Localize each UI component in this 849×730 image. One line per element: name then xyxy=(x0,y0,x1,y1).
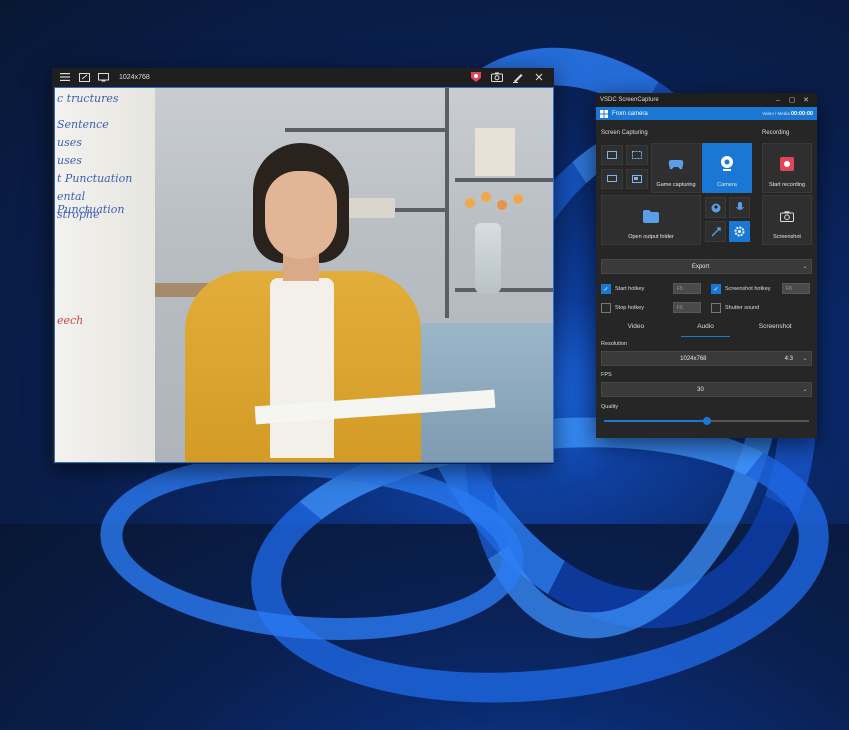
window-mode-button[interactable] xyxy=(626,169,648,189)
flower xyxy=(481,192,491,202)
source-label: From camera xyxy=(612,110,648,117)
quality-label: Quality xyxy=(601,404,619,410)
quality-slider-thumb[interactable] xyxy=(702,417,711,425)
source-bar[interactable]: From camera Video / Media 00:00:00 xyxy=(596,107,817,120)
record-icon xyxy=(780,157,794,171)
snapshot-icon[interactable] xyxy=(488,70,506,84)
aspect-ratio[interactable]: 4:3 xyxy=(785,356,793,362)
whiteboard-text: eech xyxy=(57,314,84,327)
camera-video-feed: c tructures Sentence uses uses t Punctua… xyxy=(54,87,554,463)
start-recording-button[interactable]: Start recording xyxy=(762,143,812,193)
resolution-label: 1024x768 xyxy=(119,73,150,81)
screenshot-hotkey-checkbox[interactable]: ✓ xyxy=(711,284,721,294)
camera-icon xyxy=(780,211,794,222)
region-icon[interactable] xyxy=(77,70,91,84)
whiteboard-text: uses xyxy=(57,154,82,167)
chevron-down-icon: ⌄ xyxy=(802,264,808,270)
screenshot-button[interactable]: Screenshot xyxy=(762,195,812,245)
whiteboard-text: strophe xyxy=(57,208,100,221)
camera-preview-window: 1024x768 c tructures Sentence uses uses … xyxy=(52,68,554,464)
tab-audio[interactable]: Audio xyxy=(671,323,741,337)
shelf xyxy=(285,128,445,132)
settings-button[interactable] xyxy=(729,221,750,242)
chevron-down-icon: ⌄ xyxy=(802,387,808,393)
webcam-overlay-button[interactable] xyxy=(705,197,726,218)
settings-tabs: Video Audio Screenshot xyxy=(601,323,810,337)
folder-icon xyxy=(643,210,659,223)
shelf xyxy=(455,178,553,182)
fullscreen-mode-button[interactable] xyxy=(601,145,623,165)
resolution-label: Resolution xyxy=(601,341,627,347)
region-mode-button[interactable] xyxy=(626,145,648,165)
panel-titlebar: VSDC ScreenCapture – ▢ ✕ xyxy=(596,93,817,107)
stop-hotkey-option[interactable]: Stop hotkey xyxy=(601,303,644,313)
shutter-sound-checkbox[interactable] xyxy=(711,303,721,313)
screenshot-hotkey-field[interactable]: F8 xyxy=(782,283,810,294)
recording-heading: Recording xyxy=(762,130,790,136)
export-dropdown[interactable]: Export ⌄ xyxy=(601,259,812,274)
flower xyxy=(513,194,523,204)
flower xyxy=(497,200,507,210)
effects-button[interactable] xyxy=(705,221,726,242)
vsdc-screencapture-panel: VSDC ScreenCapture – ▢ ✕ From camera Vid… xyxy=(596,93,817,438)
timer: Video / Media 00:00:00 xyxy=(762,110,813,117)
fps-dropdown[interactable]: 30 ⌄ xyxy=(601,382,812,397)
shelf xyxy=(455,288,553,292)
game-capturing-button[interactable]: Game capturing xyxy=(651,143,701,193)
flower xyxy=(465,198,475,208)
whiteboard-text: c tructures xyxy=(57,92,119,105)
fps-label: FPS xyxy=(601,372,612,378)
resolution-dropdown[interactable]: 1024x768 4:3 ⌄ xyxy=(601,351,812,366)
chevron-down-icon: ⌄ xyxy=(802,356,808,362)
vase xyxy=(475,223,501,293)
close-icon[interactable] xyxy=(530,70,548,84)
start-hotkey-option[interactable]: ✓ Start hotkey xyxy=(601,284,644,294)
microphone-button[interactable] xyxy=(729,197,750,218)
tab-video[interactable]: Video xyxy=(601,323,671,335)
camera-button[interactable]: Camera xyxy=(702,143,752,193)
stop-hotkey-checkbox[interactable] xyxy=(601,303,611,313)
start-hotkey-checkbox[interactable]: ✓ xyxy=(601,284,611,294)
record-shield-icon[interactable] xyxy=(467,70,485,84)
shelf xyxy=(445,88,449,318)
minimize-icon[interactable]: – xyxy=(771,97,785,104)
quality-slider[interactable] xyxy=(604,417,809,425)
panel-title: VSDC ScreenCapture xyxy=(600,97,659,103)
start-hotkey-field[interactable]: F5 xyxy=(673,283,701,294)
shutter-sound-option[interactable]: Shutter sound xyxy=(711,303,759,313)
close-icon[interactable]: ✕ xyxy=(799,96,813,104)
monitor-mode-button[interactable] xyxy=(601,169,623,189)
open-output-folder-button[interactable]: Open output folder xyxy=(601,195,701,245)
box-prop xyxy=(475,128,515,176)
maximize-icon[interactable]: ▢ xyxy=(785,96,799,104)
gamepad-icon xyxy=(668,160,684,170)
whiteboard-text: uses xyxy=(57,136,82,149)
gear-icon xyxy=(734,226,745,237)
whiteboard-text: Sentence xyxy=(57,118,109,131)
webcam-icon xyxy=(721,156,733,171)
camera-toolbar: 1024x768 xyxy=(52,68,554,86)
draw-icon[interactable] xyxy=(509,70,527,84)
whiteboard-text: t Punctuation xyxy=(57,172,133,185)
monitor-icon[interactable] xyxy=(96,70,110,84)
windows-icon xyxy=(600,109,608,118)
quality-slider-fill xyxy=(604,420,707,422)
tab-screenshot[interactable]: Screenshot xyxy=(740,323,810,335)
menu-icon[interactable] xyxy=(58,70,72,84)
screen-capturing-heading: Screen Capturing xyxy=(601,130,648,136)
screenshot-hotkey-option[interactable]: ✓ Screenshot hotkey xyxy=(711,284,771,294)
whiteboard: c tructures Sentence uses uses t Punctua… xyxy=(55,88,155,462)
stop-hotkey-field[interactable]: F6 xyxy=(673,302,701,313)
